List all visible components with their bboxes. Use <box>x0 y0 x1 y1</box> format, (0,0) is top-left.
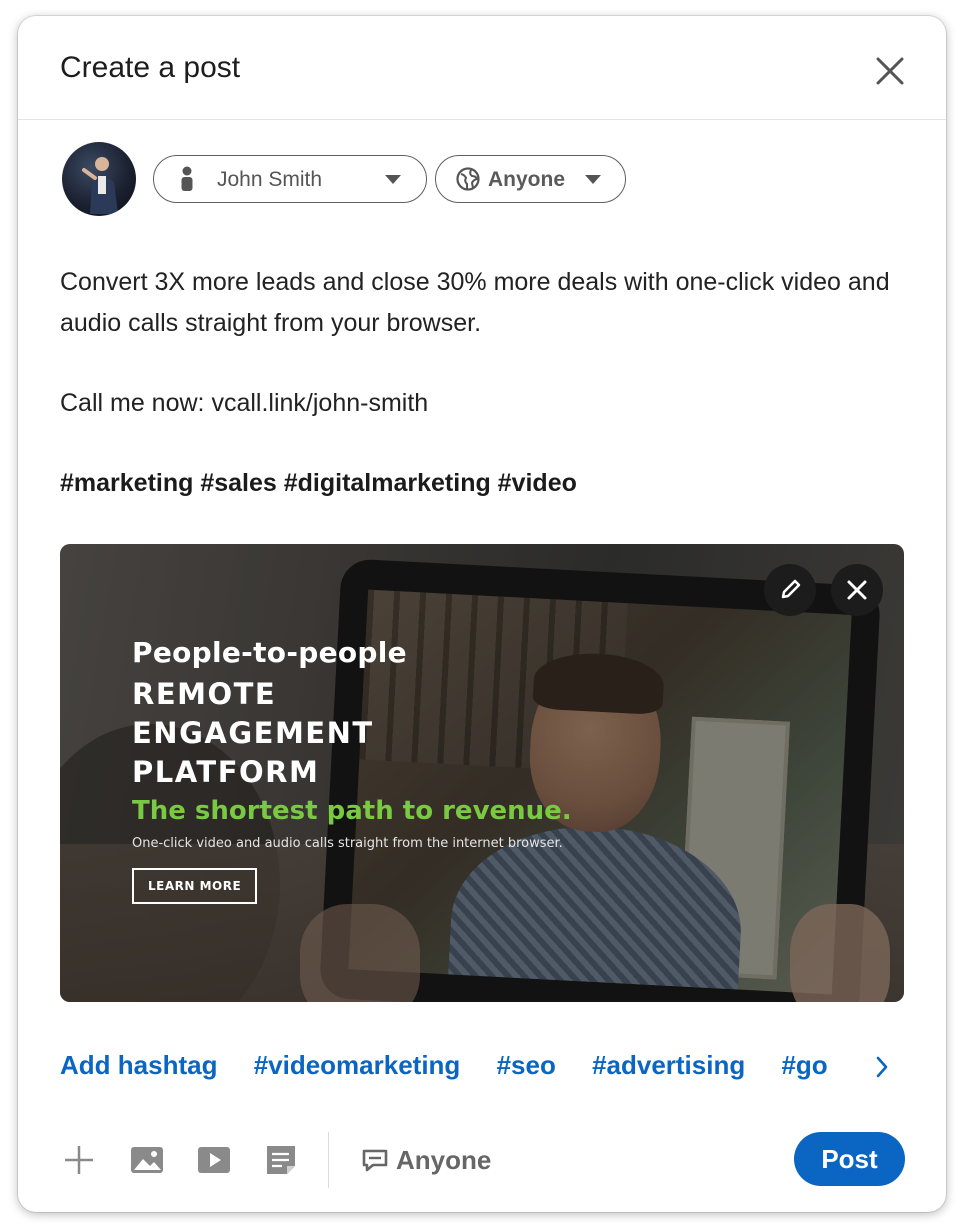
post-hashtags: #marketing #sales #digitalmarketing #vid… <box>60 469 577 497</box>
comment-icon <box>362 1149 388 1172</box>
add-document-button[interactable] <box>262 1142 300 1178</box>
post-text-line: Convert 3X more leads and close 30% more… <box>60 268 890 337</box>
hashtag-suggestion[interactable]: #go <box>781 1050 827 1081</box>
add-photo-button[interactable] <box>128 1142 166 1178</box>
plus-icon <box>65 1146 93 1174</box>
toolbar-divider <box>328 1132 329 1188</box>
chevron-right-icon <box>876 1056 888 1078</box>
author-selector[interactable]: John Smith <box>153 155 427 203</box>
ad-learn-more: LEARN MORE <box>132 868 258 904</box>
edit-media-button[interactable] <box>764 564 816 616</box>
avatar <box>62 142 136 216</box>
hashtag-suggestion[interactable]: #advertising <box>592 1050 745 1081</box>
chevron-down-icon <box>585 175 601 184</box>
add-more-button[interactable] <box>60 1142 98 1178</box>
globe-icon <box>456 167 480 191</box>
video-icon <box>198 1147 230 1173</box>
hashtag-suggestion[interactable]: #seo <box>497 1050 556 1081</box>
person-icon <box>181 166 193 191</box>
dialog-header: Create a post <box>18 16 946 120</box>
photo-icon <box>131 1147 163 1173</box>
add-hashtag-link[interactable]: Add hashtag <box>60 1050 217 1081</box>
author-name: John Smith <box>217 168 323 191</box>
hashtag-suggestion[interactable]: #videomarketing <box>254 1050 461 1081</box>
ad-copy: People-to-people REMOTE ENGAGEMENT PLATF… <box>132 636 572 904</box>
pencil-icon <box>781 579 801 599</box>
post-button[interactable]: Post <box>794 1132 905 1186</box>
close-button[interactable] <box>873 54 907 88</box>
add-video-button[interactable] <box>195 1142 233 1178</box>
remove-media-button[interactable] <box>831 564 883 616</box>
visibility-selector[interactable]: Anyone <box>435 155 626 203</box>
chevron-down-icon <box>385 175 401 184</box>
close-icon <box>876 57 904 85</box>
document-icon <box>267 1146 295 1174</box>
ad-subtitle: People-to-people <box>132 636 407 669</box>
create-post-dialog: Create a post John Smith Anyone Convert … <box>18 16 946 1212</box>
ad-headline: REMOTE ENGAGEMENT PLATFORM <box>132 677 374 789</box>
media-preview: People-to-people REMOTE ENGAGEMENT PLATF… <box>60 544 904 1002</box>
hashtag-suggestions: Add hashtag #videomarketing #seo #advert… <box>60 1050 890 1090</box>
post-text-editor[interactable]: Convert 3X more leads and close 30% more… <box>60 262 900 504</box>
hashtag-next-button[interactable] <box>872 1052 892 1082</box>
comment-visibility-label: Anyone <box>396 1144 492 1175</box>
dialog-title: Create a post <box>60 51 241 84</box>
post-text-line: Call me now: vcall.link/john-smith <box>60 389 429 417</box>
visibility-label: Anyone <box>488 168 566 191</box>
post-toolbar: Anyone Post <box>18 1126 946 1198</box>
close-icon <box>847 580 867 600</box>
comment-visibility-button[interactable]: Anyone <box>360 1140 491 1180</box>
ad-description: One-click video and audio calls straight… <box>132 836 563 851</box>
ad-tagline: The shortest path to revenue. <box>132 796 572 826</box>
